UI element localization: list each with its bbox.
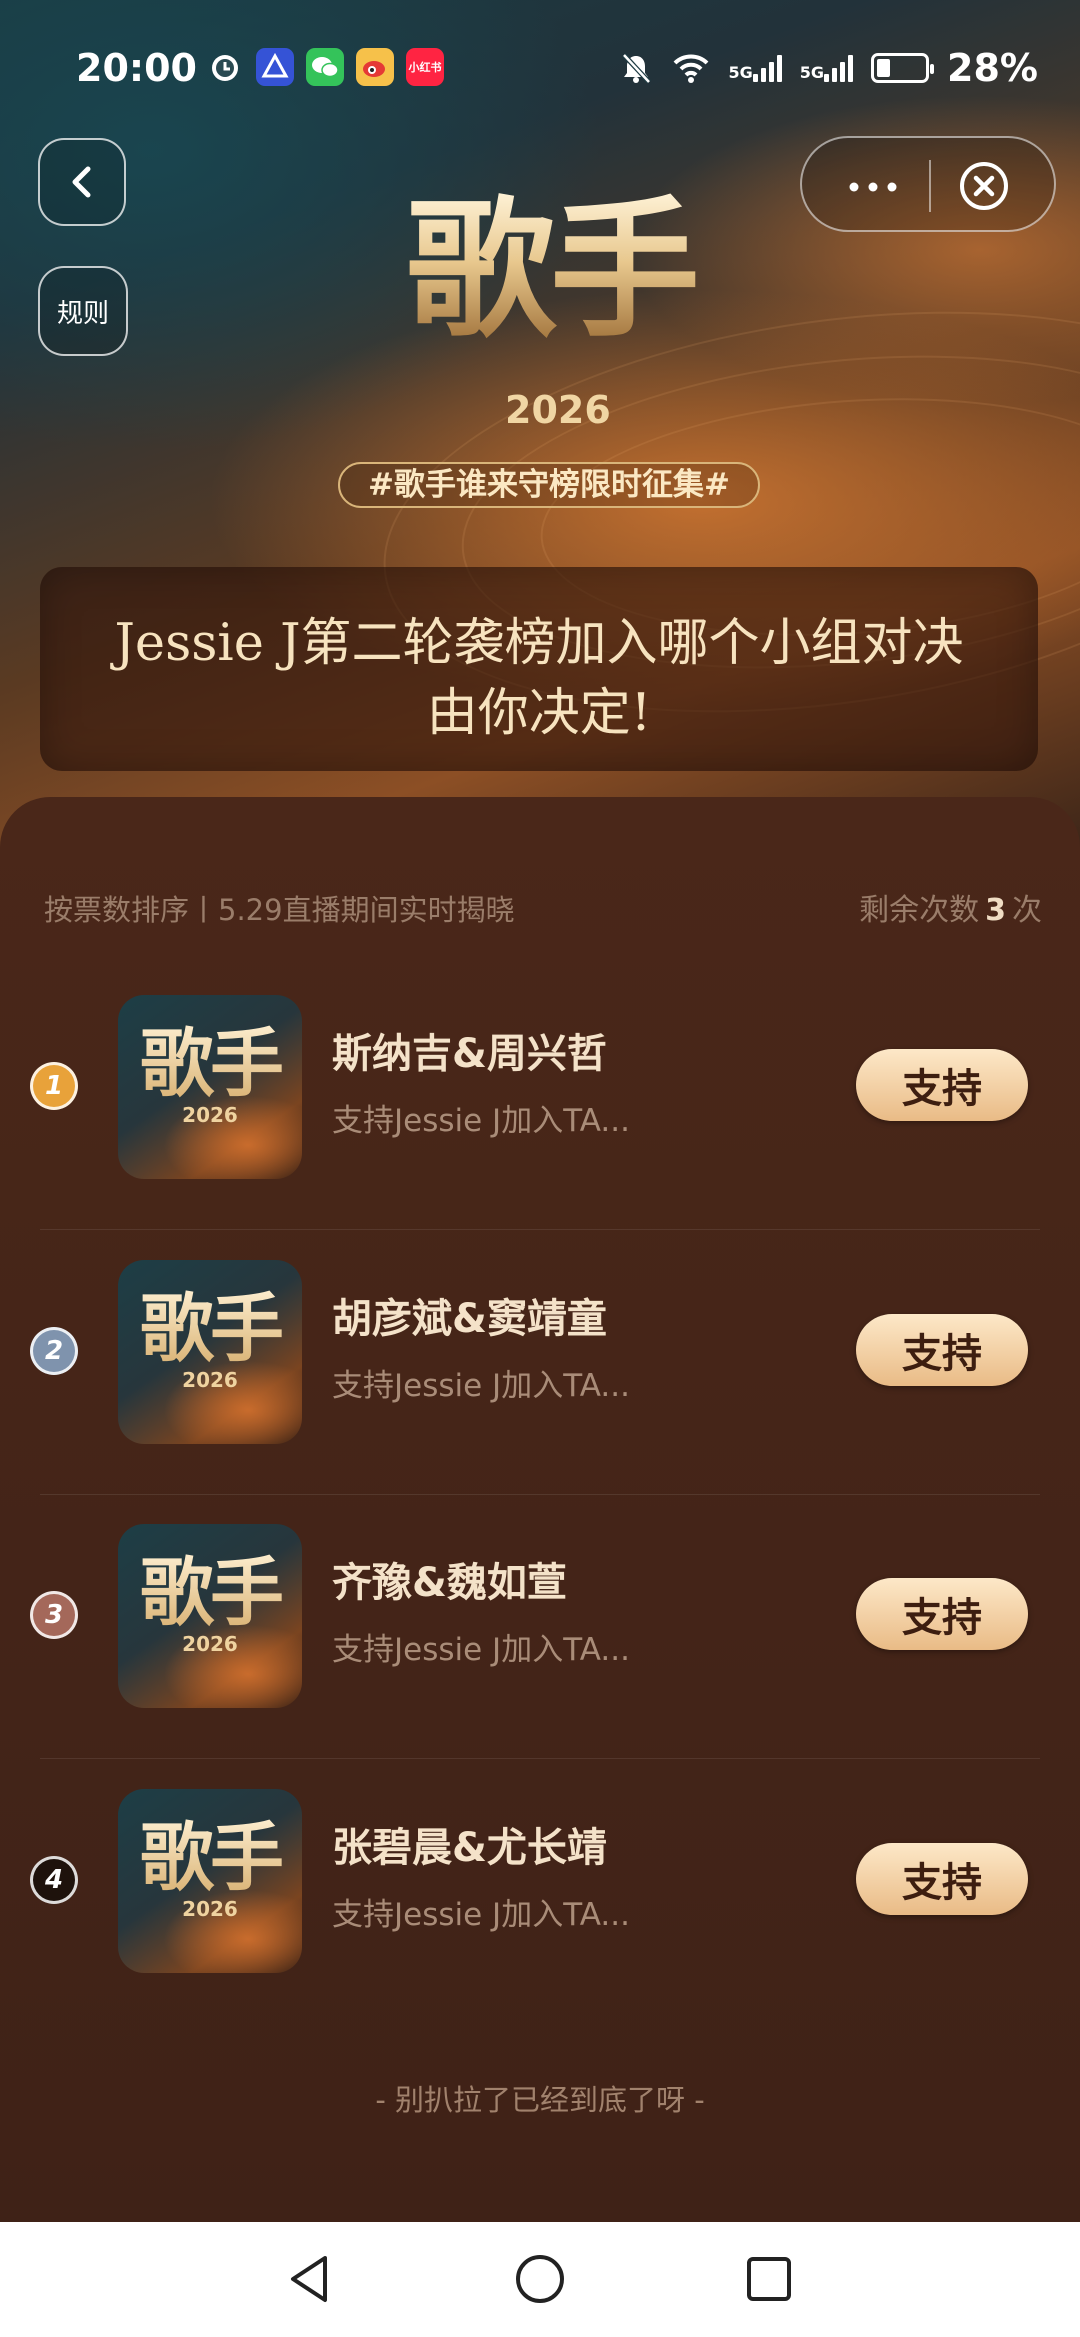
candidate-description: 支持Jessie J加入TA...: [332, 1632, 630, 1668]
hashtag-badge: #歌手谁来守榜限时征集#: [338, 462, 760, 508]
logo-title: 歌手: [380, 190, 720, 350]
banner-line-1: Jessie J第二轮袭榜加入哪个小组对决: [114, 614, 964, 673]
notification-icons: 小红书: [206, 48, 444, 86]
back-button[interactable]: [38, 138, 126, 226]
candidate-description: 支持Jessie J加入TA...: [332, 1368, 630, 1404]
candidate-thumbnail: 歌手 2026: [118, 995, 302, 1179]
remaining-votes: 剩余次数 3 次: [859, 893, 1042, 928]
candidate-description: 支持Jessie J加入TA...: [332, 1103, 630, 1139]
banner-line-2: 由你决定!: [426, 684, 652, 743]
support-button[interactable]: 支持: [856, 1049, 1028, 1121]
rank-badge: 4: [30, 1856, 78, 1904]
candidate-thumbnail: 歌手 2026: [118, 1260, 302, 1444]
candidate-thumbnail: 歌手 2026: [118, 1524, 302, 1708]
candidate-row: 3 歌手 2026 齐豫&魏如萱支持Jessie J加入TA... 支持: [0, 1494, 1080, 1759]
miniapp-capsule: [800, 136, 1056, 232]
mute-bell-icon: [621, 53, 651, 84]
wechat-icon: [306, 48, 344, 86]
candidate-name: 齐豫&魏如萱: [332, 1560, 567, 1606]
system-indicators: 5G 5G 28%: [619, 46, 1038, 90]
rank-badge: 3: [30, 1591, 78, 1639]
candidate-name: 张碧晨&尤长靖: [332, 1825, 607, 1871]
more-options-button[interactable]: [848, 160, 898, 200]
nav-back-icon[interactable]: [285, 2252, 335, 2306]
close-miniapp-button[interactable]: [958, 160, 1010, 212]
thumbnail-title: 歌手: [118, 1548, 302, 1638]
logo-year: 2026: [505, 388, 611, 432]
thumbnail-title: 歌手: [118, 1813, 302, 1903]
question-banner: Jessie J第二轮袭榜加入哪个小组对决 由你决定!: [40, 567, 1038, 771]
show-logo: 歌手 2026: [380, 190, 720, 450]
nav-home-icon[interactable]: [513, 2252, 567, 2306]
candidate-name: 斯纳吉&周兴哲: [332, 1031, 607, 1077]
blue-app-icon: [256, 48, 294, 86]
signal-5g-1: 5G: [729, 54, 782, 82]
thumbnail-year: 2026: [182, 1632, 238, 1656]
system-navigation-bar: [0, 2222, 1080, 2337]
more-dots-icon: [849, 182, 897, 192]
capsule-divider: [929, 160, 931, 212]
support-button[interactable]: 支持: [856, 1843, 1028, 1915]
candidate-row: 4 歌手 2026 张碧晨&尤长靖支持Jessie J加入TA... 支持: [0, 1759, 1080, 2024]
end-of-list-note: - 别扒拉了已经到底了呀 -: [375, 2083, 705, 2117]
thumbnail-title: 歌手: [118, 1019, 302, 1109]
rank-badge: 2: [30, 1327, 78, 1375]
signal-bars-icon: [824, 54, 854, 82]
chevron-left-icon: [72, 166, 91, 198]
thumbnail-year: 2026: [182, 1103, 238, 1127]
candidate-row: 2 歌手 2026 胡彦斌&窦靖童支持Jessie J加入TA... 支持: [0, 1230, 1080, 1495]
support-button[interactable]: 支持: [856, 1578, 1028, 1650]
support-button[interactable]: 支持: [856, 1314, 1028, 1386]
nav-recents-icon[interactable]: [744, 2252, 794, 2306]
weibo-icon: [356, 48, 394, 86]
rules-button[interactable]: 规则: [38, 266, 128, 356]
thumbnail-title: 歌手: [118, 1284, 302, 1374]
candidate-name: 胡彦斌&窦靖童: [332, 1296, 607, 1342]
status-bar: 20:00 小红书 5G 5G 28%: [0, 40, 1080, 100]
remaining-count: 3: [985, 893, 1006, 928]
status-time: 20:00: [76, 46, 197, 90]
signal-bars-icon: [752, 54, 782, 82]
candidate-thumbnail: 歌手 2026: [118, 1789, 302, 1973]
banner-text: Jessie J第二轮袭榜加入哪个小组对决 由你决定!: [60, 609, 1018, 749]
thumbnail-year: 2026: [182, 1368, 238, 1392]
alarm-icon: [206, 48, 244, 86]
candidate-description: 支持Jessie J加入TA...: [332, 1897, 630, 1933]
battery-icon: [871, 53, 935, 83]
battery-percent: 28%: [947, 46, 1038, 90]
wifi-icon: [673, 54, 708, 83]
close-icon: [960, 162, 1008, 210]
vote-panel: 按票数排序丨5.29直播期间实时揭晓 剩余次数 3 次 1 歌手 2026 斯纳吉&周兴哲…: [0, 797, 1080, 2222]
signal-5g-2: 5G: [800, 54, 854, 82]
candidate-row: 1 歌手 2026 斯纳吉&周兴哲支持Jessie J加入TA... 支持: [0, 965, 1080, 1230]
xiaohongshu-icon: 小红书: [406, 48, 444, 86]
rank-badge: 1: [30, 1062, 78, 1110]
sort-description: 按票数排序丨5.29直播期间实时揭晓: [44, 893, 515, 927]
thumbnail-year: 2026: [182, 1897, 238, 1921]
